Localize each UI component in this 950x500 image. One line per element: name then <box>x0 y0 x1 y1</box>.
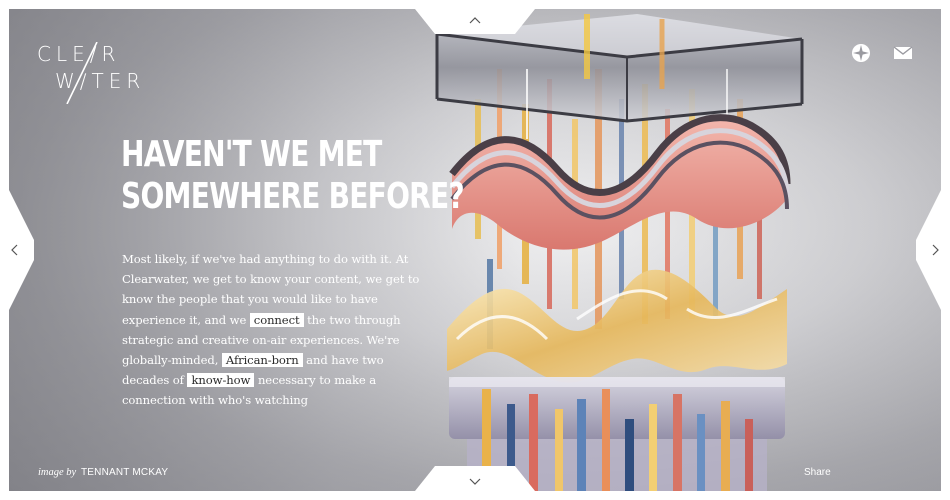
clearwater-logo[interactable]: CLE∕R W∕TER <box>37 42 140 104</box>
credit-prefix: image by <box>38 467 77 478</box>
sculpture-artwork <box>435 14 804 491</box>
mail-icon[interactable] <box>893 44 915 66</box>
title-line-1: HAVEN'T WE MET <box>121 134 382 175</box>
logo-line-1: CLE∕R <box>37 42 121 66</box>
previous-section-tab[interactable] <box>415 9 535 36</box>
previous-slide-button[interactable] <box>9 190 36 310</box>
compass-icon[interactable] <box>850 42 872 64</box>
intro-paragraph: Most likely, if we've had anything to do… <box>122 249 427 411</box>
share-button[interactable]: Share <box>804 467 831 478</box>
page-title: HAVEN'T WE MET SOMEWHERE BEFORE? <box>121 134 465 218</box>
know-how-link[interactable]: know-how <box>187 373 255 388</box>
credit-author[interactable]: TENNANT MCKAY <box>81 467 168 478</box>
connect-link[interactable]: connect <box>249 312 304 327</box>
african-born-link[interactable]: African-born <box>221 353 303 368</box>
logo-line-2: W∕TER <box>55 69 146 93</box>
next-section-tab[interactable] <box>415 464 535 491</box>
title-line-2: SOMEWHERE BEFORE? <box>121 176 465 217</box>
hero-stage: CLE∕R W∕TER HAVEN'T WE MET SOMEWHERE BEF… <box>9 9 941 491</box>
next-slide-button[interactable] <box>914 190 941 310</box>
image-credit: image by TENNANT MCKAY <box>38 467 168 478</box>
